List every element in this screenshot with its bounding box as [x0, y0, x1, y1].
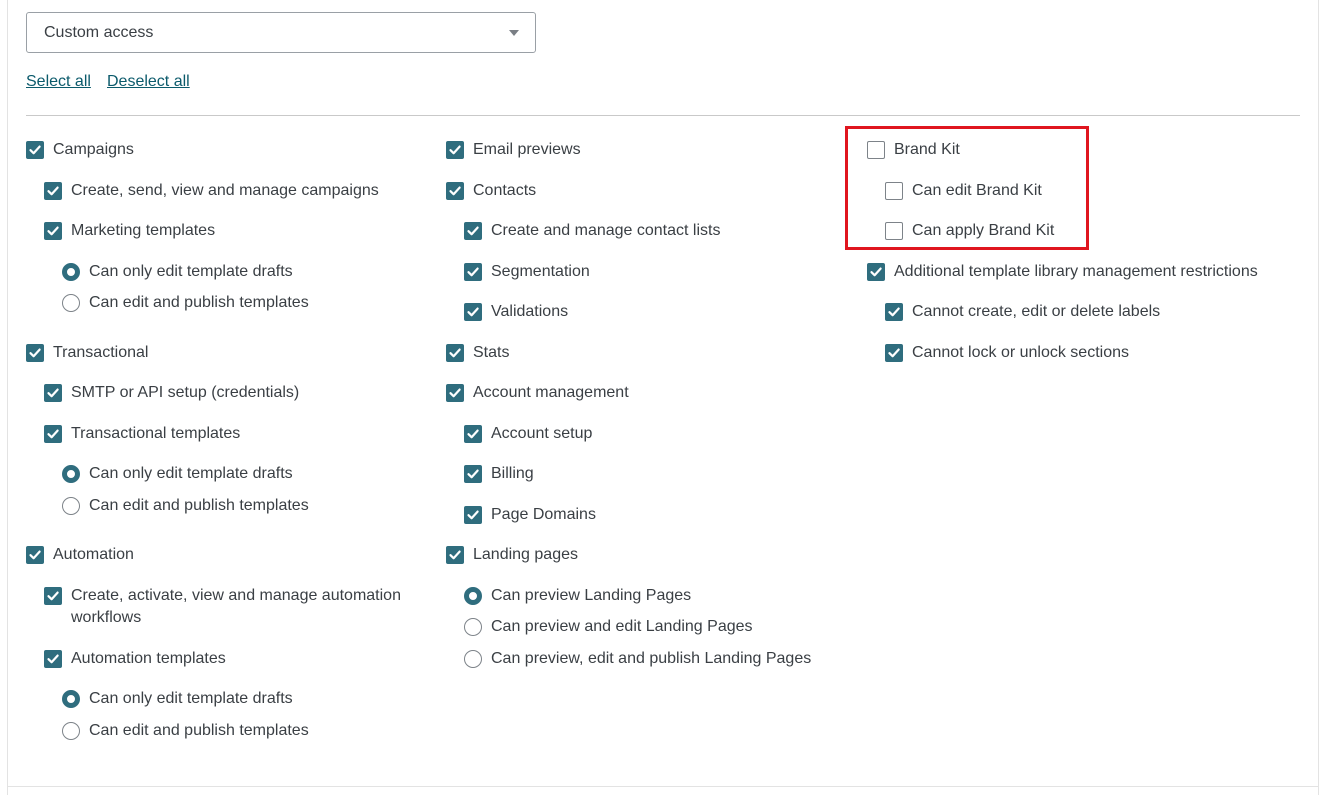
- stats-label: Stats: [473, 344, 510, 361]
- checkbox-icon: [44, 222, 62, 240]
- radio-icon: [62, 690, 80, 708]
- email-previews-label: Email previews: [473, 141, 581, 158]
- section-divider: [26, 115, 1300, 116]
- checkbox-icon: [446, 182, 464, 200]
- chevron-down-icon: [509, 30, 519, 36]
- radio-icon: [62, 263, 80, 281]
- checkbox-icon: [44, 587, 62, 605]
- transactional-label: Transactional: [53, 344, 149, 361]
- checkbox-icon: [44, 425, 62, 443]
- marketing-templates-label: Marketing templates: [71, 222, 216, 239]
- checkbox-icon: [26, 546, 44, 564]
- account-setup-label: Account setup: [491, 425, 593, 442]
- transactional-drafts-label: Can only edit template drafts: [89, 465, 293, 482]
- radio-icon: [464, 618, 482, 636]
- radio-icon: [464, 587, 482, 605]
- marketing-publish-label: Can edit and publish templates: [89, 294, 309, 311]
- landing-publish-label: Can preview, edit and publish Landing Pa…: [491, 650, 812, 667]
- contacts-label: Contacts: [473, 182, 537, 199]
- checkbox-icon: [446, 384, 464, 402]
- checkbox-icon: [464, 465, 482, 483]
- radio-icon: [62, 497, 80, 515]
- checkbox-icon: [464, 263, 482, 281]
- transactional-publish-label: Can edit and publish templates: [89, 497, 309, 514]
- account-management-label: Account management: [473, 384, 629, 401]
- automation-workflows-label-line2: workflows: [71, 609, 142, 626]
- checkbox-icon: [464, 222, 482, 240]
- sections-restriction-label: Cannot lock or unlock sections: [912, 344, 1129, 361]
- radio-icon: [464, 650, 482, 668]
- checkbox-icon: [885, 344, 903, 362]
- panel-border-left: [7, 0, 8, 795]
- deselect-all-link[interactable]: Deselect all: [107, 72, 190, 92]
- automation-publish-label: Can edit and publish templates: [89, 722, 309, 739]
- segmentation-label: Segmentation: [491, 263, 590, 280]
- labels-restriction-label: Cannot create, edit or delete labels: [912, 303, 1161, 320]
- brand-kit-highlight-box: [845, 126, 1089, 250]
- automation-label: Automation: [53, 546, 134, 563]
- campaigns-label: Campaigns: [53, 141, 134, 158]
- contact-lists-label: Create and manage contact lists: [491, 222, 721, 239]
- checkbox-icon: [446, 546, 464, 564]
- checkbox-icon: [464, 425, 482, 443]
- landing-preview-label: Can preview Landing Pages: [491, 587, 692, 604]
- radio-icon: [62, 465, 80, 483]
- select-all-link[interactable]: Select all: [26, 72, 91, 92]
- access-level-value: Custom access: [44, 24, 154, 41]
- billing-label: Billing: [491, 465, 534, 482]
- panel-border-bottom: [7, 786, 1319, 787]
- checkbox-icon: [446, 344, 464, 362]
- checkbox-icon: [885, 303, 903, 321]
- radio-icon: [62, 294, 80, 312]
- checkbox-icon: [867, 263, 885, 281]
- landing-edit-label: Can preview and edit Landing Pages: [491, 618, 753, 635]
- library-restrictions-label: Additional template library management r…: [894, 263, 1258, 280]
- smtp-api-label: SMTP or API setup (credentials): [71, 384, 300, 401]
- marketing-drafts-label: Can only edit template drafts: [89, 263, 293, 280]
- checkbox-icon: [464, 506, 482, 524]
- panel-border-right: [1318, 0, 1319, 795]
- automation-workflows-label-line1: Create, activate, view and manage automa…: [71, 587, 401, 604]
- radio-icon: [62, 722, 80, 740]
- checkbox-icon: [446, 141, 464, 159]
- checkbox-icon: [44, 182, 62, 200]
- page-domains-label: Page Domains: [491, 506, 596, 523]
- validations-label: Validations: [491, 303, 569, 320]
- access-level-select[interactable]: Custom access: [26, 12, 536, 53]
- checkbox-icon: [26, 344, 44, 362]
- checkbox-icon: [464, 303, 482, 321]
- automation-templates-label: Automation templates: [71, 650, 226, 667]
- checkbox-icon: [44, 650, 62, 668]
- transactional-templates-label: Transactional templates: [71, 425, 241, 442]
- checkbox-icon: [44, 384, 62, 402]
- automation-drafts-label: Can only edit template drafts: [89, 690, 293, 707]
- checkbox-icon: [26, 141, 44, 159]
- create-campaigns-label: Create, send, view and manage campaigns: [71, 182, 379, 199]
- landing-pages-label: Landing pages: [473, 546, 578, 563]
